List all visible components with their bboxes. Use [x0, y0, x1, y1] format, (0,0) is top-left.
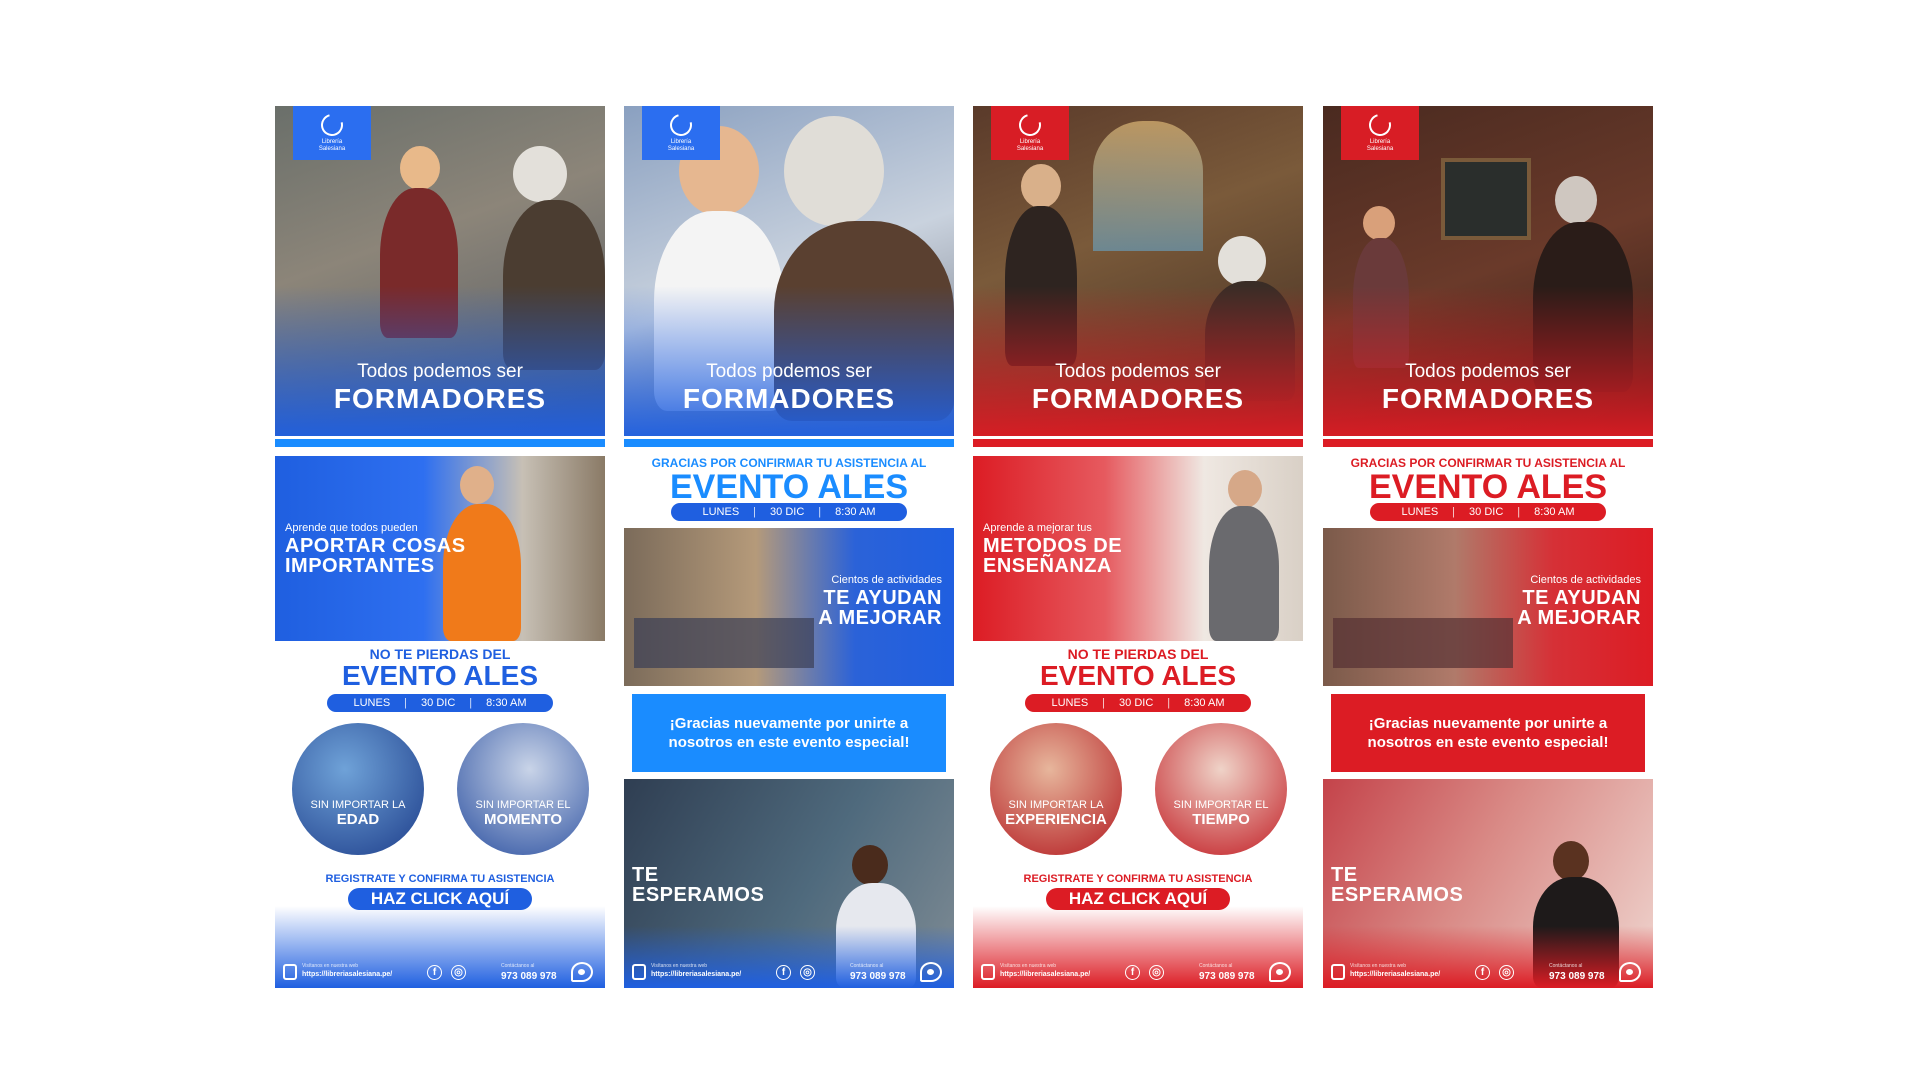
instagram-icon[interactable]: ◎ — [1149, 965, 1164, 980]
logo: Librería Salesiana — [642, 106, 720, 160]
stained-window — [1093, 121, 1203, 251]
activities-panel: Cientos de actividades TE AYUDAN A MEJOR… — [1323, 528, 1653, 686]
logo-icon — [1364, 109, 1396, 140]
promo-panel: Aprende a mejorar tus METODOS DE ENSEÑAN… — [973, 456, 1303, 641]
elder-head — [513, 146, 567, 202]
facebook-icon[interactable]: f — [776, 965, 791, 980]
web-icon — [283, 964, 297, 980]
circle-age: SIN IMPORTAR LA EDAD — [292, 723, 424, 855]
event-date-pill: LUNES | 30 DIC | 8:30 AM — [671, 503, 907, 521]
event-date-pill: LUNES | 30 DIC | 8:30 AM — [1370, 503, 1606, 521]
teacher-figure — [443, 504, 521, 641]
logo-icon — [316, 109, 348, 140]
hero-panel: Librería Salesiana Todos podemos ser FORM… — [1323, 106, 1653, 436]
footer: Visítanos en nuestra web https://libreri… — [624, 958, 954, 988]
hero-panel: Librería Salesiana Todos podemos ser FORM… — [973, 106, 1303, 436]
facebook-icon[interactable]: f — [427, 965, 442, 980]
footer: Visítanos en nuestra web https://libreri… — [973, 958, 1303, 988]
hero-panel: Librería Salesiana Todos podemos ser FORM… — [275, 106, 605, 436]
event-title: EVENTO ALES — [1368, 468, 1608, 506]
teacher-head — [460, 466, 494, 504]
instagram-icon[interactable]: ◎ — [800, 965, 815, 980]
circle-experience: SIN IMPORTAR LA EXPERIENCIA — [990, 723, 1122, 855]
eye-icon — [920, 962, 942, 982]
hero-title: FORMADORES — [333, 383, 547, 414]
website-link[interactable]: https://libreriasalesiana.pe/ — [302, 971, 392, 978]
hero-subtitle: Todos podemos ser — [357, 361, 523, 382]
facebook-icon[interactable]: f — [1125, 965, 1140, 980]
logo-icon — [1014, 109, 1046, 140]
eye-icon — [1619, 962, 1641, 982]
design-red-1: Librería Salesiana Todos podemos ser FORM… — [973, 106, 1303, 988]
logo-icon — [665, 109, 697, 140]
instagram-icon[interactable]: ◎ — [1499, 965, 1514, 980]
chalkboard — [1441, 158, 1531, 240]
thanks-box: ¡Gracias nuevamente por unirte a nosotro… — [1331, 694, 1645, 772]
event-title: EVENTO ALES — [1039, 660, 1237, 691]
phone-number: 973 089 978 — [1549, 971, 1605, 982]
logo: Librería Salesiana — [1341, 106, 1419, 160]
eye-icon — [571, 962, 593, 982]
web-icon — [981, 964, 995, 980]
activities-panel: Cientos de actividades TE AYUDAN A MEJOR… — [624, 528, 954, 686]
website-link[interactable]: https://libreriasalesiana.pe/ — [1350, 971, 1440, 978]
phone-number: 973 089 978 — [1199, 971, 1255, 982]
circle-moment: SIN IMPORTAR EL MOMENTO — [457, 723, 589, 855]
child-head — [400, 146, 440, 190]
website-link[interactable]: https://libreriasalesiana.pe/ — [651, 971, 741, 978]
event-title: EVENTO ALES — [341, 660, 539, 691]
facebook-icon[interactable]: f — [1475, 965, 1490, 980]
web-icon — [632, 964, 646, 980]
phone-number: 973 089 978 — [501, 971, 557, 982]
phone-number: 973 089 978 — [850, 971, 906, 982]
elder-head — [784, 116, 884, 226]
hero-panel: Librería Salesiana Todos podemos ser FORM… — [624, 106, 954, 436]
website-link[interactable]: https://libreriasalesiana.pe/ — [1000, 971, 1090, 978]
logo: Librería Salesiana — [293, 106, 371, 160]
footer: Visítanos en nuestra web https://libreri… — [1323, 958, 1653, 988]
design-red-2: Librería Salesiana Todos podemos ser FORM… — [1323, 106, 1653, 988]
event-title: EVENTO ALES — [669, 468, 909, 506]
circle-time: SIN IMPORTAR EL TIEMPO — [1155, 723, 1287, 855]
eye-icon — [1269, 962, 1291, 982]
footer: Visítanos en nuestra web https://libreri… — [275, 958, 605, 988]
divider-bar — [275, 439, 605, 447]
event-date-pill: LUNES | 30 DIC | 8:30 AM — [1025, 694, 1251, 712]
event-date-pill: LUNES | 30 DIC | 8:30 AM — [327, 694, 553, 712]
instagram-icon[interactable]: ◎ — [451, 965, 466, 980]
thanks-box: ¡Gracias nuevamente por unirte a nosotro… — [632, 694, 946, 772]
design-blue-1: Librería Salesiana Todos podemos ser FORM… — [275, 106, 605, 988]
design-blue-2: Librería Salesiana Todos podemos ser FORM… — [624, 106, 954, 988]
promo-panel: Aprende que todos pueden APORTAR COSAS I… — [275, 456, 605, 641]
web-icon — [1331, 964, 1345, 980]
logo: Librería Salesiana — [991, 106, 1069, 160]
